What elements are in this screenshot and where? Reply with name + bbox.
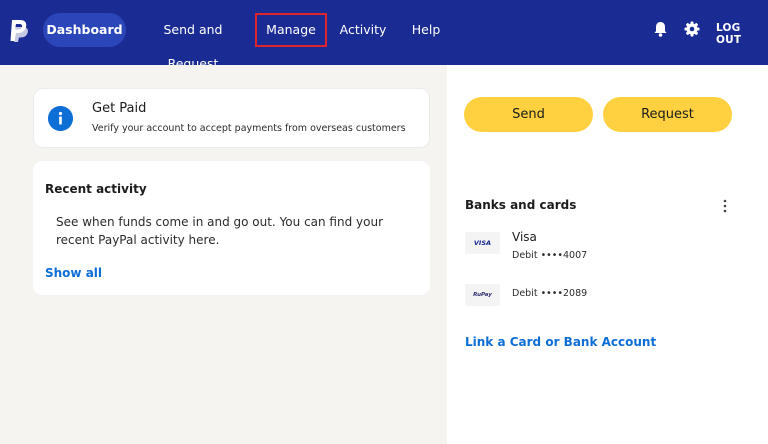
get-paid-title: Get Paid (92, 101, 147, 116)
rupay-card-logo: RuPay (465, 284, 500, 306)
visa-card-number: Debit ••••4007 (512, 250, 588, 261)
nav-help[interactable]: Help (410, 13, 442, 47)
visa-card-logo: VISA (465, 232, 500, 254)
nav-dashboard[interactable]: Dashboard (43, 13, 126, 47)
nav-activity[interactable]: Activity (336, 13, 390, 47)
nav-send-and-request[interactable]: Send and Request (140, 13, 246, 71)
request-button[interactable]: Request (603, 97, 732, 132)
kebab-icon[interactable] (722, 199, 728, 213)
bell-icon[interactable] (653, 21, 668, 37)
get-paid-subtitle: Verify your account to accept payments f… (92, 123, 406, 134)
show-all-link[interactable]: Show all (45, 266, 102, 280)
nav-manage[interactable]: Manage (255, 13, 327, 47)
link-card-or-bank-link[interactable]: Link a Card or Bank Account (465, 335, 656, 349)
recent-activity-title: Recent activity (45, 182, 147, 196)
send-button[interactable]: Send (464, 97, 593, 132)
recent-activity-description: See when funds come in and go out. You c… (56, 215, 384, 247)
logout-link[interactable]: LOG OUT (716, 22, 768, 46)
info-icon (48, 106, 73, 131)
banks-and-cards-title: Banks and cards (465, 198, 577, 212)
paypal-logo-icon[interactable] (9, 19, 29, 43)
top-navigation-bar: Dashboard Send and Request Manage Activi… (0, 0, 768, 71)
get-paid-card[interactable]: Get Paid Verify your account to accept p… (33, 88, 430, 148)
recent-activity-card: Recent activity See when funds come in a… (33, 161, 430, 295)
rupay-card-number[interactable]: Debit ••••2089 (512, 288, 587, 299)
gear-icon[interactable] (684, 21, 700, 37)
visa-card-name[interactable]: Visa (512, 230, 537, 244)
